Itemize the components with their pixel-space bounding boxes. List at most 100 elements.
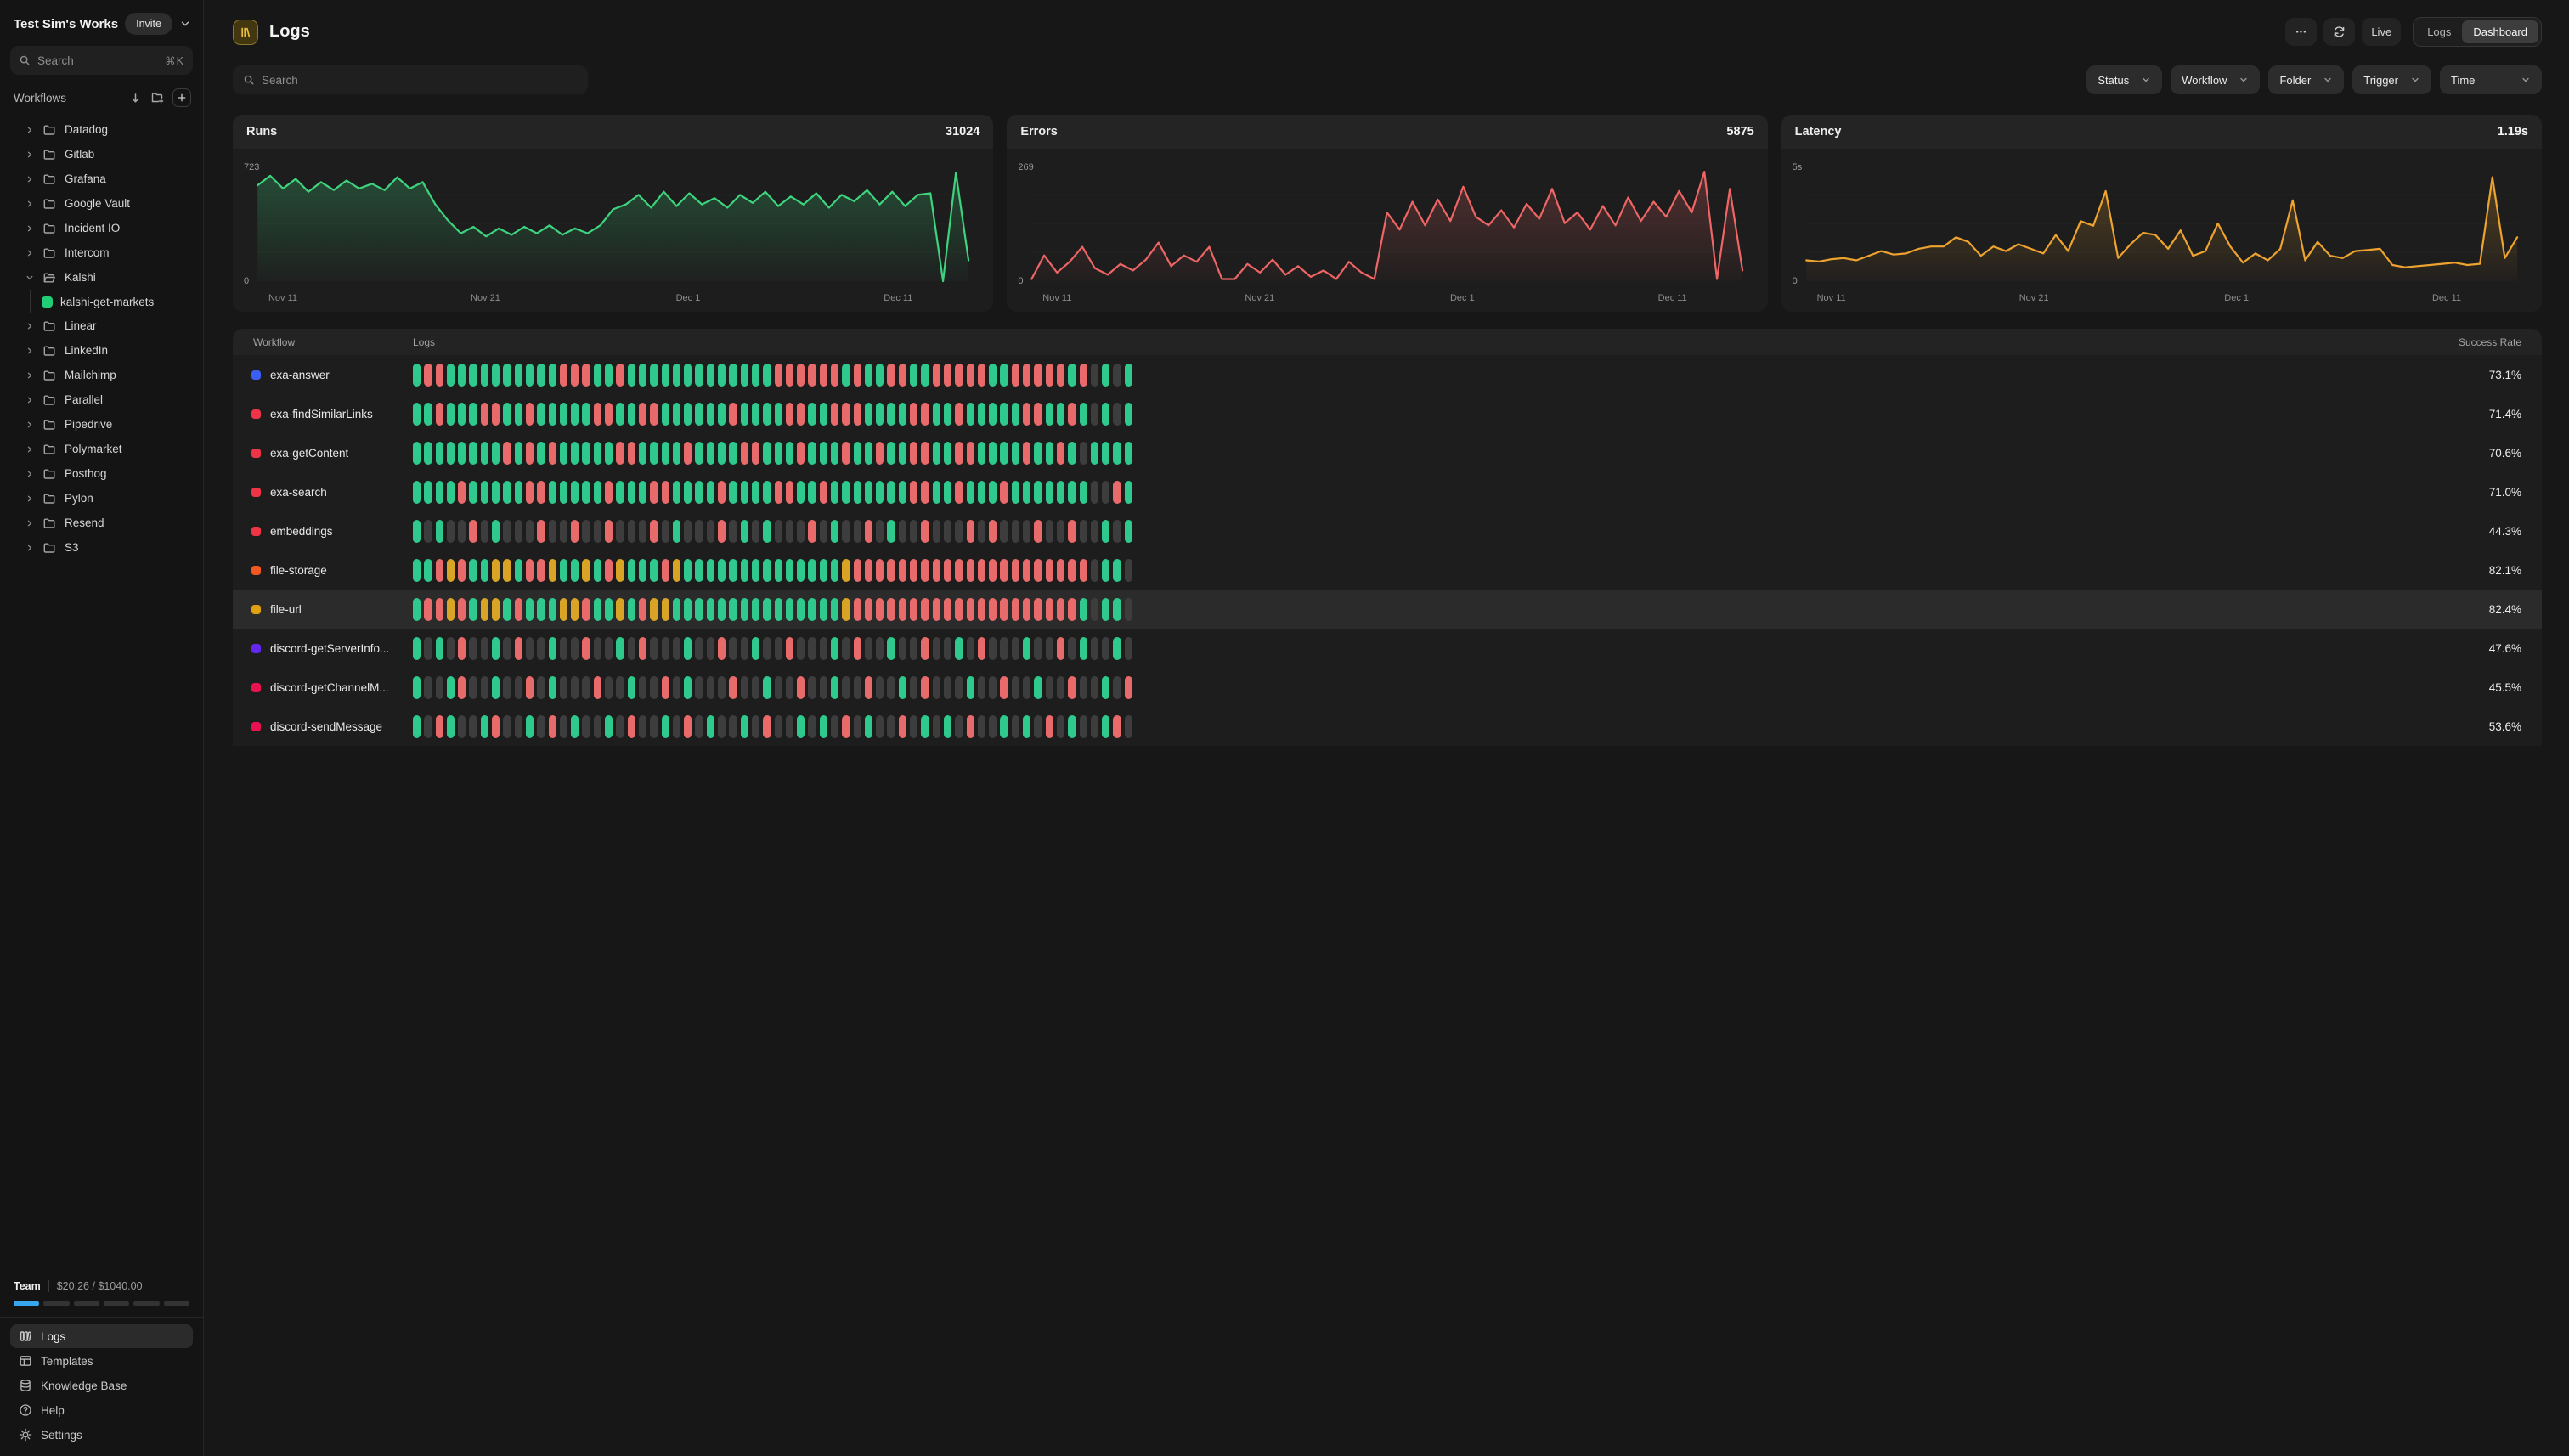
sidebar-folder-mailchimp[interactable]: Mailchimp [10,363,193,387]
run-bar[interactable] [492,520,500,543]
filter-status[interactable]: Status [2086,65,2162,94]
run-bar[interactable] [718,403,726,426]
chevron-right-icon[interactable] [25,175,34,183]
run-bar[interactable] [1102,364,1109,387]
run-bar[interactable] [436,442,443,465]
run-bar[interactable] [808,520,816,543]
run-bar[interactable] [662,520,669,543]
run-bar[interactable] [616,715,624,738]
run-bar[interactable] [989,559,997,582]
run-bar[interactable] [469,715,477,738]
run-bar[interactable] [910,520,918,543]
run-bar[interactable] [955,481,963,504]
run-bar[interactable] [921,598,929,621]
run-bar[interactable] [763,598,771,621]
run-bar[interactable] [1000,403,1008,426]
run-bar[interactable] [616,481,624,504]
run-bar[interactable] [865,598,872,621]
run-bar[interactable] [808,715,816,738]
run-bar[interactable] [560,676,567,699]
run-bar[interactable] [989,403,997,426]
run-bar[interactable] [492,442,500,465]
run-bar[interactable] [458,442,466,465]
run-bar[interactable] [899,481,906,504]
chevron-right-icon[interactable] [25,249,34,257]
run-bar[interactable] [831,559,838,582]
run-bar[interactable] [605,403,613,426]
run-bar[interactable] [741,715,748,738]
run-bar[interactable] [436,481,443,504]
run-bar[interactable] [1091,442,1098,465]
run-bar[interactable] [605,520,613,543]
run-bar[interactable] [955,676,963,699]
run-bar[interactable] [978,559,985,582]
run-bar[interactable] [413,364,421,387]
run-bar[interactable] [1080,403,1087,426]
run-bar[interactable] [628,364,635,387]
run-bar[interactable] [447,442,455,465]
run-bar[interactable] [616,559,624,582]
run-bar[interactable] [707,715,714,738]
run-bar[interactable] [707,364,714,387]
more-options-button[interactable] [2285,18,2317,46]
run-bar[interactable] [775,481,782,504]
run-bar[interactable] [910,637,918,660]
run-bar[interactable] [537,520,545,543]
sidebar-folder-grafana[interactable]: Grafana [10,166,193,191]
run-bar[interactable] [1080,715,1087,738]
run-bar[interactable] [571,403,579,426]
run-bar[interactable] [1023,403,1030,426]
run-bar[interactable] [424,520,432,543]
run-bar[interactable] [526,364,534,387]
run-bar[interactable] [582,481,590,504]
run-bar[interactable] [921,364,929,387]
run-bar[interactable] [684,442,692,465]
run-bar[interactable] [582,403,590,426]
chevron-right-icon[interactable] [25,420,34,429]
run-bar[interactable] [662,442,669,465]
run-bar[interactable] [978,481,985,504]
run-bar[interactable] [933,520,940,543]
run-bar[interactable] [933,403,940,426]
run-bar[interactable] [650,598,658,621]
table-row[interactable]: file-url82.4% [233,590,2542,629]
run-bar[interactable] [447,520,455,543]
run-bar[interactable] [515,676,522,699]
run-bar[interactable] [1102,676,1109,699]
run-bar[interactable] [549,676,556,699]
run-bar[interactable] [1080,520,1087,543]
sidebar-item-settings[interactable]: Settings [10,1423,193,1447]
chevron-right-icon[interactable] [25,371,34,380]
run-bar[interactable] [537,559,545,582]
run-bar[interactable] [447,481,455,504]
run-bar[interactable] [865,676,872,699]
run-bar[interactable] [797,481,805,504]
run-bar[interactable] [628,598,635,621]
run-bar[interactable] [537,676,545,699]
run-bar[interactable] [989,676,997,699]
run-bar[interactable] [763,520,771,543]
run-bar[interactable] [865,481,872,504]
run-bar[interactable] [989,442,997,465]
run-bar[interactable] [436,676,443,699]
sidebar-item-help[interactable]: Help [10,1398,193,1422]
run-bar[interactable] [571,598,579,621]
run-bar[interactable] [549,715,556,738]
run-bar[interactable] [1091,676,1098,699]
run-bar[interactable] [933,598,940,621]
run-bar[interactable] [820,676,827,699]
run-bar[interactable] [786,637,793,660]
run-bar[interactable] [899,403,906,426]
run-bar[interactable] [639,442,646,465]
run-bar[interactable] [684,364,692,387]
run-bar[interactable] [865,715,872,738]
run-bar[interactable] [639,559,646,582]
run-bar[interactable] [436,520,443,543]
run-bar[interactable] [808,637,816,660]
run-bar[interactable] [1102,559,1109,582]
run-bar[interactable] [865,442,872,465]
run-bar[interactable] [1046,364,1053,387]
run-bar[interactable] [854,403,861,426]
run-bar[interactable] [831,481,838,504]
run-bar[interactable] [808,676,816,699]
